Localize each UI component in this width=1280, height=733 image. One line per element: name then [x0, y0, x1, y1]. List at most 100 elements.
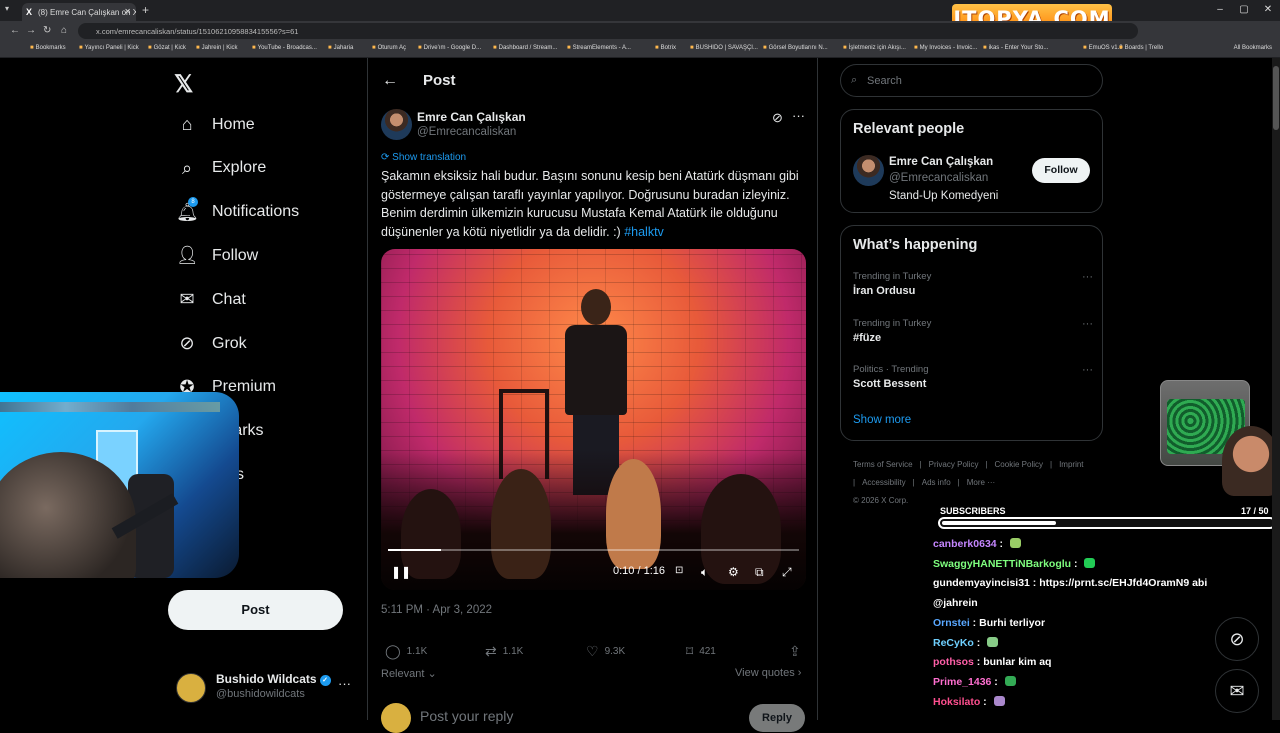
browser-tab[interactable]: X (8) Emre Can Çalışkan on X ✕: [22, 3, 136, 21]
account-more-icon[interactable]: ···: [338, 676, 351, 691]
bookmark-item[interactable]: ■ Dashboard / Stream...: [493, 45, 557, 51]
tab-close-icon[interactable]: ✕: [124, 7, 131, 16]
chat-username[interactable]: SwaggyHANETTiNBarkoglu: [933, 558, 1071, 570]
author-handle[interactable]: @Emrecancaliskan: [417, 126, 516, 138]
home-browser-icon[interactable]: ⌂: [61, 25, 67, 36]
follow-button[interactable]: Follow: [1032, 158, 1090, 183]
back-arrow-icon[interactable]: ←: [10, 25, 20, 36]
bookmark-item[interactable]: ■ ikas - Enter Your Sto...: [983, 45, 1048, 51]
bookmark-item[interactable]: ■ My Invoices - Invoic...: [914, 45, 977, 51]
grok-float-icon[interactable]: ⊘: [1215, 617, 1259, 661]
video-progress-bar[interactable]: [388, 549, 799, 551]
settings-gear-icon[interactable]: ⚙: [728, 565, 739, 579]
nav-item-grok[interactable]: ⊘ Grok: [176, 333, 246, 354]
relevant-person-name[interactable]: Emre Can Çalışkan: [889, 156, 993, 168]
footer-link[interactable]: Imprint: [1059, 460, 1083, 469]
nav-item-home[interactable]: ⌂ Home: [176, 114, 255, 135]
tab-search-icon[interactable]: ▾: [5, 4, 9, 13]
minimize-icon[interactable]: –: [1208, 0, 1232, 21]
bookmark-item[interactable]: ■ StreamElements - A...: [567, 45, 631, 51]
bookmark-item[interactable]: ■ YouTube - Broadcas...: [252, 45, 317, 51]
bookmark-item[interactable]: ■ Botrix: [655, 45, 676, 51]
chat-username[interactable]: Ornstei: [933, 617, 970, 629]
trend-item[interactable]: Trending in Turkey #füze ···: [853, 318, 1093, 344]
pause-icon[interactable]: ❚❚: [391, 565, 411, 579]
fullscreen-icon[interactable]: ⤢: [782, 565, 792, 580]
bookmark-item[interactable]: ■ Drive'ım - Google D...: [418, 45, 481, 51]
hashtag-link[interactable]: #halktv: [624, 225, 664, 239]
author-avatar[interactable]: [381, 109, 412, 140]
footer-link[interactable]: Terms of Service: [853, 460, 913, 469]
footer-link[interactable]: More ···: [967, 478, 995, 487]
pip-icon[interactable]: ⧉: [755, 565, 764, 580]
bookmark-item[interactable]: ■ Oturum Aç: [372, 45, 406, 51]
view-quotes-link[interactable]: View quotes ›: [735, 667, 801, 679]
chat-username[interactable]: ReCyKo: [933, 637, 974, 649]
bookmark-item[interactable]: ■ Gözat | Kick: [148, 45, 186, 51]
chat-username[interactable]: canberk0634: [933, 538, 997, 550]
show-more-link[interactable]: Show more: [853, 414, 911, 426]
bookmark-item[interactable]: ■ BUSHIDO | SAVAŞÇI...: [690, 45, 758, 51]
x-logo-icon[interactable]: 𝕏: [174, 70, 193, 99]
account-avatar: [176, 673, 206, 703]
reply-sort-dropdown[interactable]: Relevant ⌄: [381, 667, 437, 680]
page-scrollbar[interactable]: [1272, 58, 1280, 720]
bookmark-item[interactable]: ■ EmuOS v1.0: [1083, 45, 1123, 51]
bookmark-item[interactable]: ■ Jaharia: [328, 45, 353, 51]
maximize-icon[interactable]: ▢: [1232, 0, 1256, 21]
relevant-person-avatar[interactable]: [853, 155, 884, 186]
footer-link[interactable]: Privacy Policy: [929, 460, 979, 469]
bookmark-item[interactable]: ■ Jahrein | Kick: [196, 45, 238, 51]
captions-icon[interactable]: ⊡: [675, 565, 683, 576]
trend-item[interactable]: Trending in Turkey İran Ordusu ···: [853, 271, 1093, 297]
bookmark-favicon-icon: ■: [372, 45, 376, 51]
window-close-icon[interactable]: ✕: [1256, 0, 1280, 21]
search-input[interactable]: ⌕ Search: [840, 64, 1103, 97]
volume-icon[interactable]: 🔈︎: [701, 565, 708, 580]
bookmark-item[interactable]: ■ Görsel Boyutlarını N...: [763, 45, 828, 51]
bookmark-item[interactable]: ■ Yayıncı Paneli | Kick: [79, 45, 139, 51]
footer-link[interactable]: © 2026 X Corp.: [853, 496, 908, 505]
reload-icon[interactable]: ↻: [43, 25, 51, 36]
address-bar[interactable]: x.com/emrecancaliskan/status/15106210958…: [78, 23, 1138, 39]
nav-item-notifications[interactable]: 🔔︎ 8 Notifications: [176, 196, 299, 223]
nav-item-explore[interactable]: ⌕ Explore: [176, 158, 266, 179]
account-switcher[interactable]: Bushido Wildcats ✓ @bushidowildcats ···: [176, 671, 356, 711]
chat-username[interactable]: Prime_1436: [933, 676, 991, 688]
bookmark-item[interactable]: ■ Bookmarks: [30, 45, 66, 51]
reply-input[interactable]: Post your reply: [420, 708, 513, 724]
chat-username[interactable]: pothsos: [933, 656, 974, 668]
trend-more-icon[interactable]: ···: [1082, 271, 1093, 283]
all-bookmarks-link[interactable]: All Bookmarks: [1234, 45, 1272, 51]
bookmark-item[interactable]: ■ İşletmeniz için Akışı...: [843, 45, 906, 51]
forward-arrow-icon[interactable]: →: [26, 25, 36, 36]
post-button[interactable]: Post: [168, 590, 343, 630]
video-player[interactable]: ❚❚ 0:10 / 1:16 ⊡ 🔈︎ ⚙ ⧉ ⤢: [381, 249, 806, 590]
like-action[interactable]: ♡ 9.3K: [586, 643, 625, 660]
trend-item[interactable]: Politics · Trending Scott Bessent ···: [853, 364, 1093, 390]
reply-action[interactable]: ◯ 1.1K: [385, 643, 427, 660]
trend-more-icon[interactable]: ···: [1082, 318, 1093, 330]
bookmark-item[interactable]: ■ Boards | Trello: [1119, 45, 1163, 51]
messages-float-icon[interactable]: ✉: [1215, 669, 1259, 713]
scrollbar-thumb[interactable]: [1273, 66, 1279, 130]
nav-item-follow[interactable]: 👤︎ Follow: [176, 245, 258, 266]
footer-link[interactable]: Ads info: [922, 478, 951, 487]
author-name[interactable]: Emre Can Çalışkan: [417, 110, 526, 124]
trend-more-icon[interactable]: ···: [1082, 364, 1093, 376]
repost-action[interactable]: ⇄ 1.1K: [485, 643, 523, 660]
footer-link[interactable]: Accessibility: [862, 478, 906, 487]
bookmark-action[interactable]: ⌑ 421: [686, 643, 716, 660]
back-arrow-icon[interactable]: ←: [382, 72, 398, 90]
reply-button[interactable]: Reply: [749, 704, 805, 732]
nav-item-chat[interactable]: ✉ Chat: [176, 289, 245, 310]
share-action[interactable]: ⇪: [789, 643, 807, 660]
show-translation-link[interactable]: ⟳ Show translation: [381, 152, 466, 163]
new-tab-icon[interactable]: +: [142, 3, 149, 17]
post-timestamp[interactable]: 5:11 PM · Apr 3, 2022: [381, 604, 492, 616]
grok-explain-icon[interactable]: ⊘: [772, 110, 783, 126]
chat-username[interactable]: gundemyayincisi31: [933, 577, 1030, 589]
more-options-icon[interactable]: ···: [792, 108, 805, 123]
footer-link[interactable]: Cookie Policy: [995, 460, 1043, 469]
chat-username[interactable]: Hoksilato: [933, 696, 980, 708]
